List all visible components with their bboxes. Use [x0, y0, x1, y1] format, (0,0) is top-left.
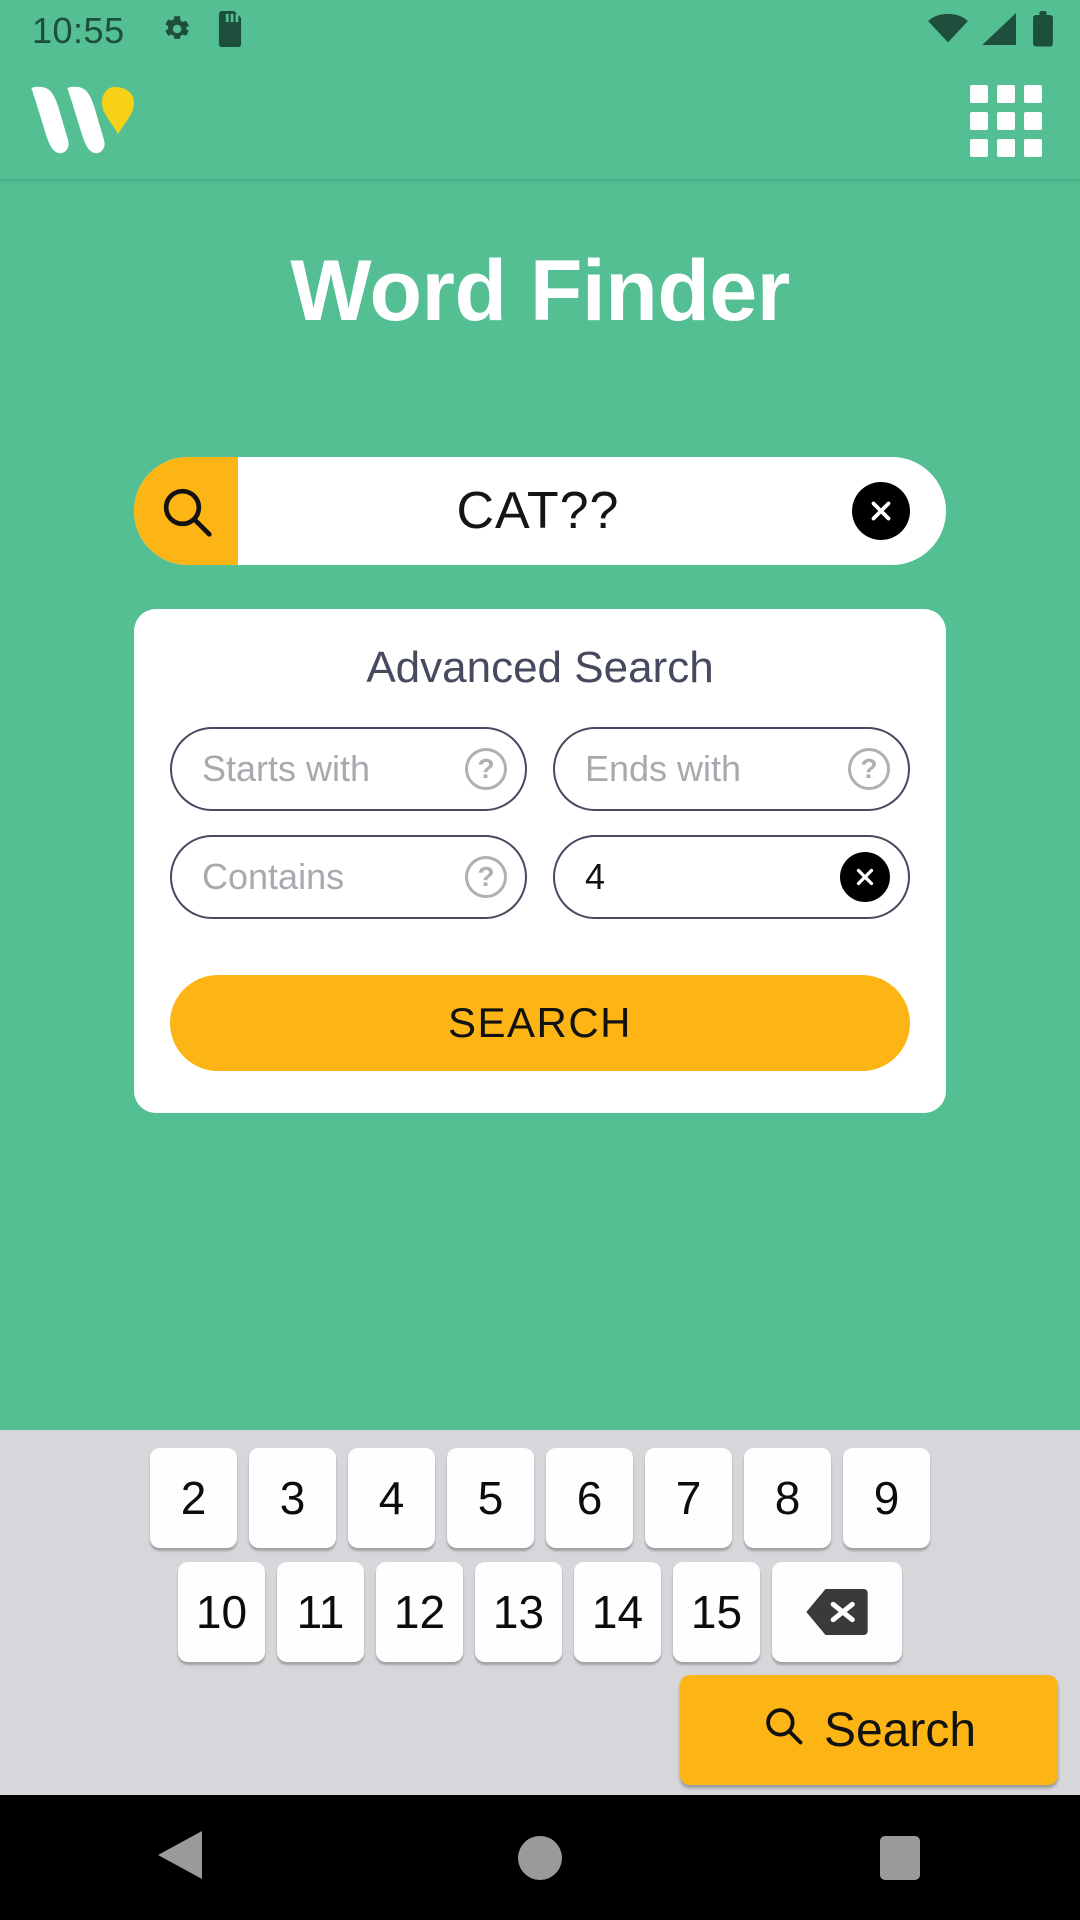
advanced-search-card: Advanced Search Starts with ? Ends with …: [134, 609, 946, 1113]
circle-home-icon: [518, 1835, 562, 1880]
key-10[interactable]: 10: [178, 1562, 265, 1662]
grid-dot: [970, 84, 988, 103]
ends-with-placeholder: Ends with: [585, 748, 742, 789]
key-14[interactable]: 14: [574, 1562, 661, 1662]
system-nav-bar: [0, 1795, 1080, 1920]
app-bar: [0, 62, 1080, 180]
sd-card-icon: [215, 10, 245, 52]
key-13[interactable]: 13: [475, 1562, 562, 1662]
length-field[interactable]: 4: [553, 835, 910, 919]
key-9[interactable]: 9: [843, 1448, 930, 1548]
grid-dot: [1024, 111, 1042, 130]
grid-dot: [997, 138, 1015, 157]
key-5[interactable]: 5: [447, 1448, 534, 1548]
main-content: Word Finder CAT?? Advanced Search Starts…: [0, 180, 1080, 1430]
keyboard-search-key[interactable]: Search: [680, 1675, 1058, 1785]
triangle-back-icon: [158, 1831, 202, 1884]
key-8[interactable]: 8: [744, 1448, 831, 1548]
help-icon[interactable]: ?: [465, 856, 507, 898]
battery-icon: [1032, 10, 1054, 52]
grid-dot: [997, 111, 1015, 130]
help-icon[interactable]: ?: [848, 748, 890, 790]
status-bar: 10:55: [0, 0, 1080, 62]
gear-icon: [159, 12, 193, 51]
starts-with-field[interactable]: Starts with ?: [170, 727, 527, 811]
contains-field[interactable]: Contains ?: [170, 835, 527, 919]
nav-home-button[interactable]: [450, 1795, 630, 1920]
numeric-keyboard: 2 3 4 5 6 7 8 9 10 11 12 13 14 15 Search: [0, 1430, 1080, 1795]
grid-dot: [1024, 84, 1042, 103]
magnifier-icon[interactable]: [134, 457, 238, 565]
search-button[interactable]: SEARCH: [170, 975, 910, 1071]
status-left-icons: [159, 10, 245, 52]
length-value: 4: [585, 856, 606, 897]
keyboard-row-2: 10 11 12 13 14 15: [0, 1562, 1080, 1662]
page-title: Word Finder: [290, 243, 790, 339]
key-7[interactable]: 7: [645, 1448, 732, 1548]
clear-circle-icon[interactable]: [852, 482, 910, 540]
advanced-search-title: Advanced Search: [366, 643, 714, 692]
grid-dot: [1024, 138, 1042, 157]
backspace-icon[interactable]: [772, 1562, 902, 1662]
key-15[interactable]: 15: [673, 1562, 760, 1662]
key-12[interactable]: 12: [376, 1562, 463, 1662]
magnifier-icon: [762, 1703, 804, 1758]
advanced-field-row: Starts with ? Ends with ?: [170, 727, 910, 811]
advanced-field-row: Contains ? 4: [170, 835, 910, 919]
nav-recents-button[interactable]: [810, 1795, 990, 1920]
contains-placeholder: Contains: [202, 856, 345, 897]
grid-dot: [970, 111, 988, 130]
search-bar[interactable]: CAT??: [134, 457, 946, 565]
starts-with-placeholder: Starts with: [202, 748, 371, 789]
key-3[interactable]: 3: [249, 1448, 336, 1548]
cell-signal-icon: [982, 12, 1018, 50]
status-right-icons: [928, 10, 1054, 52]
keyboard-row-1: 2 3 4 5 6 7 8 9: [0, 1448, 1080, 1548]
status-time: 10:55: [32, 10, 125, 51]
key-2[interactable]: 2: [150, 1448, 237, 1548]
grid-dot: [997, 84, 1015, 103]
ends-with-field[interactable]: Ends with ?: [553, 727, 910, 811]
clear-circle-icon[interactable]: [840, 852, 890, 902]
help-icon[interactable]: ?: [465, 748, 507, 790]
key-4[interactable]: 4: [348, 1448, 435, 1548]
search-input[interactable]: CAT??: [238, 481, 852, 541]
square-recents-icon: [880, 1835, 920, 1880]
keyboard-search-label: Search: [823, 1703, 977, 1757]
key-11[interactable]: 11: [277, 1562, 364, 1662]
grid-menu-icon[interactable]: [966, 81, 1046, 161]
wordfinder-w-logo[interactable]: [28, 84, 138, 158]
wifi-icon: [928, 13, 968, 50]
nav-back-button[interactable]: [90, 1795, 270, 1920]
grid-dot: [970, 138, 988, 157]
key-6[interactable]: 6: [546, 1448, 633, 1548]
app-screen: 10:55 Word Finder CAT?? Advanced Search …: [0, 0, 1080, 1920]
